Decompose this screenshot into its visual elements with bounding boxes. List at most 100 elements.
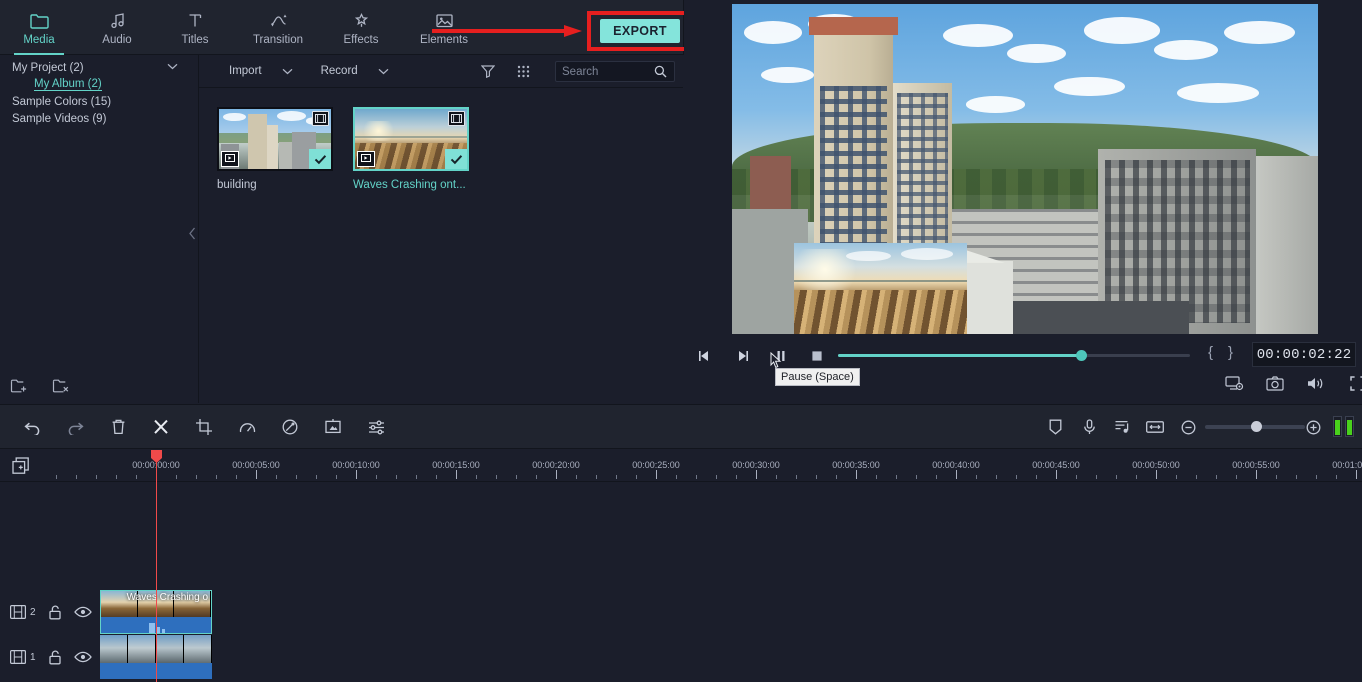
crop-icon[interactable] [191,415,217,439]
tab-effects[interactable]: Effects [322,0,400,55]
tab-audio[interactable]: Audio [78,0,156,55]
zoom-slider-knob[interactable] [1251,421,1262,432]
media-thumbnail[interactable] [353,107,469,171]
tab-titles-label: Titles [181,34,209,46]
progress-knob[interactable] [1075,350,1087,361]
mark-out-button[interactable]: } [1228,344,1233,361]
delete-icon[interactable] [105,415,131,439]
video-type-icon [312,111,329,126]
filter-funnel-icon[interactable] [477,55,499,88]
ruler-tick-major [1056,470,1057,479]
timeline-panel: 00:00:00:00 00:00:05:00 00:00:10:00 00:00:1… [0,450,1362,682]
record-dropdown[interactable]: Record [321,55,389,88]
ruler-label: 00:00:45:00 [1032,460,1080,470]
audio-mixer-icon[interactable] [363,415,389,439]
marker-icon[interactable] [1042,415,1068,439]
ruler-tick-minor [1216,475,1217,479]
zoom-slider[interactable] [1205,421,1305,432]
split-icon[interactable] [148,415,174,439]
unlock-icon[interactable] [48,650,62,665]
mark-in-button[interactable]: { [1208,344,1213,361]
search-box[interactable] [555,61,675,82]
effects-sparkle-icon [353,9,370,31]
preview-play-icon[interactable] [221,151,239,167]
player-right-icons [1224,374,1362,392]
track-header-2: 2 [0,587,98,637]
preview-far-right-building [1247,155,1318,334]
chevron-down-icon[interactable] [167,63,178,70]
module-tabs: Media Audio Titles Transition Effects El… [0,0,488,55]
ruler-tick-major [456,470,457,479]
media-item-building[interactable]: building [217,107,333,191]
ruler-tick-minor [1076,475,1077,479]
search-icon[interactable] [654,65,667,78]
voiceover-mic-icon[interactable] [1076,415,1102,439]
tree-item-sample-colors[interactable]: Sample Colors (15) [0,93,198,110]
library-footer [0,368,198,403]
detach-audio-icon[interactable] [1109,415,1135,439]
tree-item-sample-videos[interactable]: Sample Videos (9) [0,110,198,127]
ruler-tick-minor [396,475,397,479]
add-track-icon[interactable] [10,455,32,477]
ruler-tick-minor [1016,475,1017,479]
import-dropdown[interactable]: Import [229,55,293,88]
text-title-icon [187,9,204,31]
previous-frame-button[interactable] [692,344,718,368]
ruler-label: 00:00:15:00 [432,460,480,470]
ruler-tick-minor [96,475,97,479]
ruler-tick-minor [136,475,137,479]
tree-item-my-album[interactable]: My Album (2) [0,76,198,93]
timeline-clip-building[interactable] [100,635,212,679]
export-button[interactable]: EXPORT [600,19,680,43]
fit-timeline-icon[interactable] [1142,415,1168,439]
ruler-tick-major [356,470,357,479]
snapshot-camera-icon[interactable] [1265,374,1285,392]
progress-fill [838,354,1081,357]
green-screen-icon[interactable] [320,415,346,439]
folder-icon [29,9,49,31]
ruler-tick-minor [476,475,477,479]
zoom-out-icon[interactable] [1175,415,1201,439]
media-thumbnail[interactable] [217,107,333,171]
eye-visible-icon[interactable] [73,606,92,618]
delete-folder-icon[interactable] [52,377,72,394]
picture-in-picture-overlay[interactable] [794,243,967,334]
ruler-tick-major [956,470,957,479]
screen-settings-icon[interactable] [1224,374,1244,392]
fullscreen-icon[interactable] [1347,374,1362,392]
ruler-tick-minor [116,475,117,479]
ruler-tick-minor [1176,475,1177,479]
new-folder-icon[interactable] [10,377,30,394]
ruler-tick-minor [1096,475,1097,479]
timeline-ruler[interactable]: 00:00:00:00 00:00:05:00 00:00:10:00 00:00:1… [0,450,1362,482]
video-preview[interactable] [732,4,1318,334]
tree-item-sample-colors-label: Sample Colors (15) [12,95,112,108]
tab-titles[interactable]: Titles [156,0,234,55]
unlock-icon[interactable] [48,605,62,620]
undo-icon[interactable] [20,415,46,439]
media-panel: Import Record Search building Waves Cras… [199,55,683,403]
tab-transition[interactable]: Transition [234,0,322,55]
ruler-tick-minor [516,475,517,479]
panel-collapse-handle[interactable] [186,222,198,244]
volume-icon[interactable] [1306,374,1326,392]
eye-visible-icon[interactable] [73,651,92,663]
ruler-tick-minor [916,475,917,479]
ruler-tick-minor [536,475,537,479]
next-frame-button[interactable] [730,344,756,368]
grid-view-icon[interactable] [513,55,535,88]
speed-icon[interactable] [234,415,260,439]
zoom-in-icon[interactable] [1300,415,1326,439]
playback-progress-slider[interactable] [838,350,1190,361]
tab-transition-label: Transition [252,34,304,46]
media-item-waves-crashing[interactable]: Waves Crashing ont... [353,107,469,191]
stop-button[interactable] [804,344,830,368]
tab-media[interactable]: Media [0,0,78,55]
color-icon[interactable] [277,415,303,439]
redo-icon[interactable] [62,415,88,439]
tree-item-my-project[interactable]: My Project (2) [0,59,198,76]
timeline-clip-waves[interactable]: Waves Crashing o [100,590,212,634]
preview-play-icon[interactable] [357,151,375,167]
ruler-tick-minor [1136,475,1137,479]
search-input[interactable] [562,65,654,78]
